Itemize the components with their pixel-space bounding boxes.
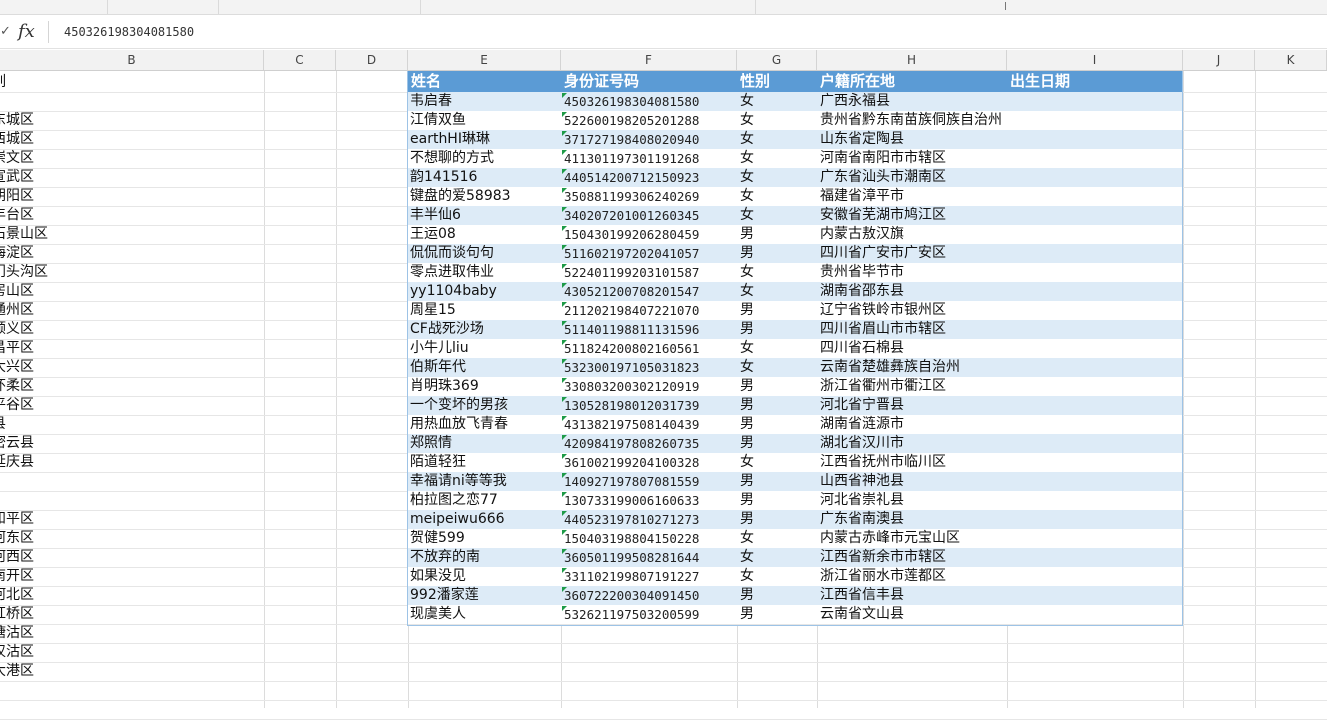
column-header-d[interactable]: D	[336, 50, 408, 70]
column-b-cell[interactable]: 平谷区	[0, 396, 34, 415]
column-b-cell[interactable]: 大港区	[0, 662, 34, 681]
grid-row-line	[0, 700, 1327, 701]
ribbon-marker	[1005, 2, 1006, 10]
insert-function-icon[interactable]: fx	[18, 21, 35, 42]
ribbon-separator	[755, 0, 756, 14]
column-b-cell[interactable]: 南开区	[0, 567, 34, 586]
ribbon-separator	[420, 0, 421, 14]
column-b-cell[interactable]: 延庆县	[0, 453, 34, 472]
column-b-cell[interactable]: 崇文区	[0, 149, 34, 168]
column-b-cell[interactable]: 怀柔区	[0, 377, 34, 396]
grid-column-line	[1183, 71, 1184, 708]
column-b-cell[interactable]: 大兴区	[0, 358, 34, 377]
grid-row-line	[0, 643, 1327, 644]
ribbon-separator	[107, 0, 108, 14]
column-b-cell[interactable]: 东城区	[0, 111, 34, 130]
column-b-cell[interactable]: 顺义区	[0, 320, 34, 339]
column-b-cell[interactable]: 河东区	[0, 529, 34, 548]
column-b-cell[interactable]: 和平区	[0, 510, 34, 529]
column-headers: B C D E F G H I J K	[0, 50, 1327, 71]
column-b-cell[interactable]: 县	[0, 415, 6, 434]
column-header-h[interactable]: H	[817, 50, 1007, 70]
ribbon-separator	[218, 0, 219, 14]
column-b-cell[interactable]: 河西区	[0, 548, 34, 567]
grid-row-line	[0, 681, 1327, 682]
column-header-b[interactable]: B	[0, 50, 264, 70]
column-header-g[interactable]: G	[737, 50, 817, 70]
column-b-cell[interactable]: 密云县	[0, 434, 34, 453]
column-header-k[interactable]: K	[1255, 50, 1327, 70]
column-b-cell[interactable]: 列	[0, 73, 6, 92]
column-b-cell[interactable]: 石景山区	[0, 225, 48, 244]
column-b-cell[interactable]: 朝阳区	[0, 187, 34, 206]
grid-column-line	[336, 71, 337, 708]
table-border	[407, 71, 1183, 626]
grid-row-line	[0, 662, 1327, 663]
column-header-f[interactable]: F	[561, 50, 737, 70]
formula-bar: ✓ fx 450326198304081580	[0, 15, 1327, 49]
ribbon-bottom-strip	[0, 0, 1327, 15]
column-b-cell[interactable]: 红桥区	[0, 605, 34, 624]
column-header-e[interactable]: E	[408, 50, 561, 70]
column-header-j[interactable]: J	[1183, 50, 1255, 70]
grid-column-line	[1255, 71, 1256, 708]
check-icon[interactable]: ✓	[0, 24, 11, 39]
column-b-cell[interactable]: 海淀区	[0, 244, 34, 263]
column-b-cell[interactable]: 昌平区	[0, 339, 34, 358]
column-b-cell[interactable]: 塘沽区	[0, 624, 34, 643]
column-header-i[interactable]: I	[1007, 50, 1183, 70]
formula-input[interactable]: 450326198304081580	[50, 21, 1324, 43]
formula-divider	[48, 21, 49, 43]
grid-column-line	[264, 71, 265, 708]
column-b-cell[interactable]: 房山区	[0, 282, 34, 301]
column-b-cell[interactable]: 丰台区	[0, 206, 34, 225]
column-b-cell[interactable]: 西城区	[0, 130, 34, 149]
column-b-cell[interactable]: 汉沽区	[0, 643, 34, 662]
column-b-cell[interactable]: 门头沟区	[0, 263, 48, 282]
column-b-cell[interactable]: 宣武区	[0, 168, 34, 187]
column-b-cell[interactable]: 河北区	[0, 586, 34, 605]
column-b-cell[interactable]: 通州区	[0, 301, 34, 320]
column-header-c[interactable]: C	[264, 50, 336, 70]
